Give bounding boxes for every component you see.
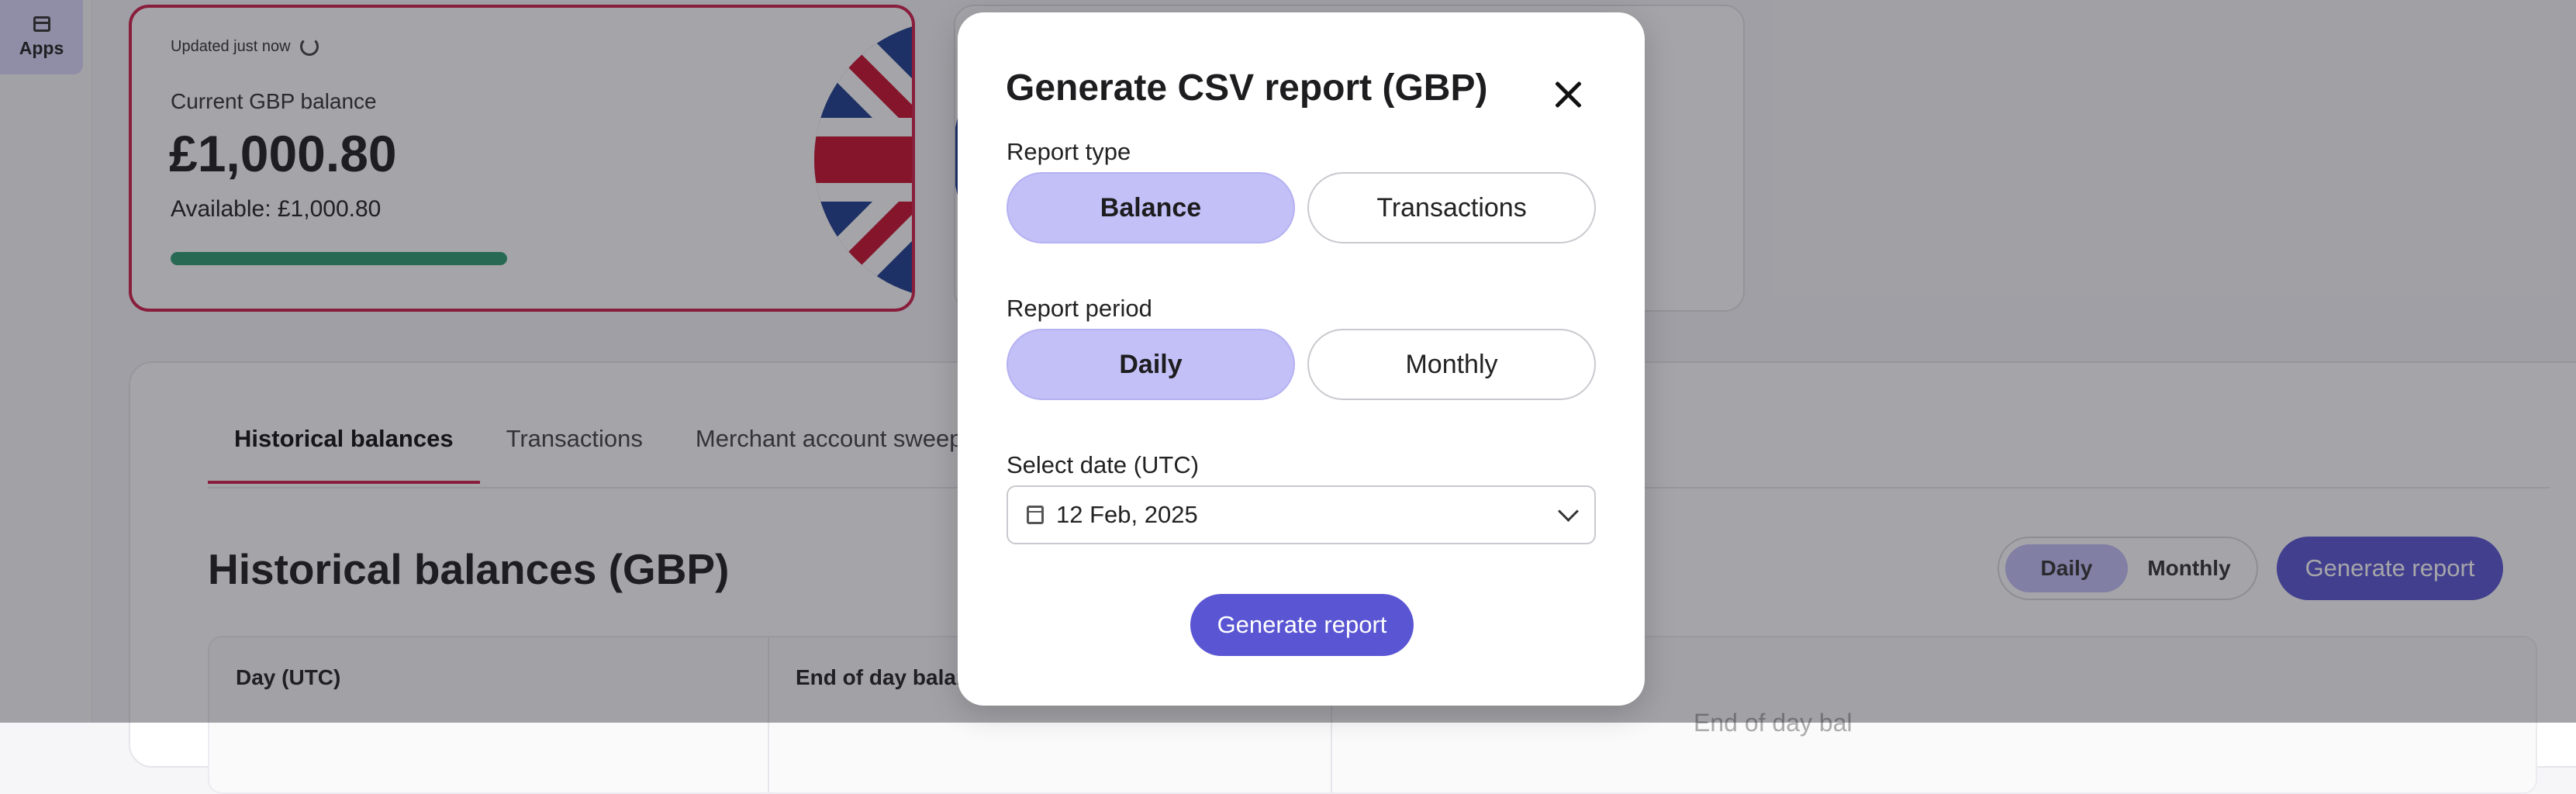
calendar-icon <box>1027 506 1044 524</box>
close-icon[interactable] <box>1547 73 1590 116</box>
generate-csv-modal: Generate CSV report (GBP) Report type Ba… <box>958 12 1645 706</box>
report-period-monthly-button[interactable]: Monthly <box>1307 329 1596 400</box>
select-date-label: Select date (UTC) <box>1007 451 1200 478</box>
modal-title: Generate CSV report (GBP) <box>1006 67 1488 109</box>
report-period-daily-button[interactable]: Daily <box>1007 329 1295 400</box>
chevron-down-icon <box>1558 500 1579 522</box>
report-period-label: Report period <box>1007 295 1152 322</box>
report-type-balance-button[interactable]: Balance <box>1007 172 1295 243</box>
date-value: 12 Feb, 2025 <box>1056 501 1198 528</box>
report-period-options: Daily Monthly <box>1007 329 1596 400</box>
date-select-field[interactable]: 12 Feb, 2025 <box>1007 485 1596 544</box>
modal-generate-report-button[interactable]: Generate report <box>1190 594 1414 656</box>
report-type-transactions-button[interactable]: Transactions <box>1307 172 1596 243</box>
report-type-label: Report type <box>1007 138 1131 165</box>
report-type-options: Balance Transactions <box>1007 172 1596 243</box>
